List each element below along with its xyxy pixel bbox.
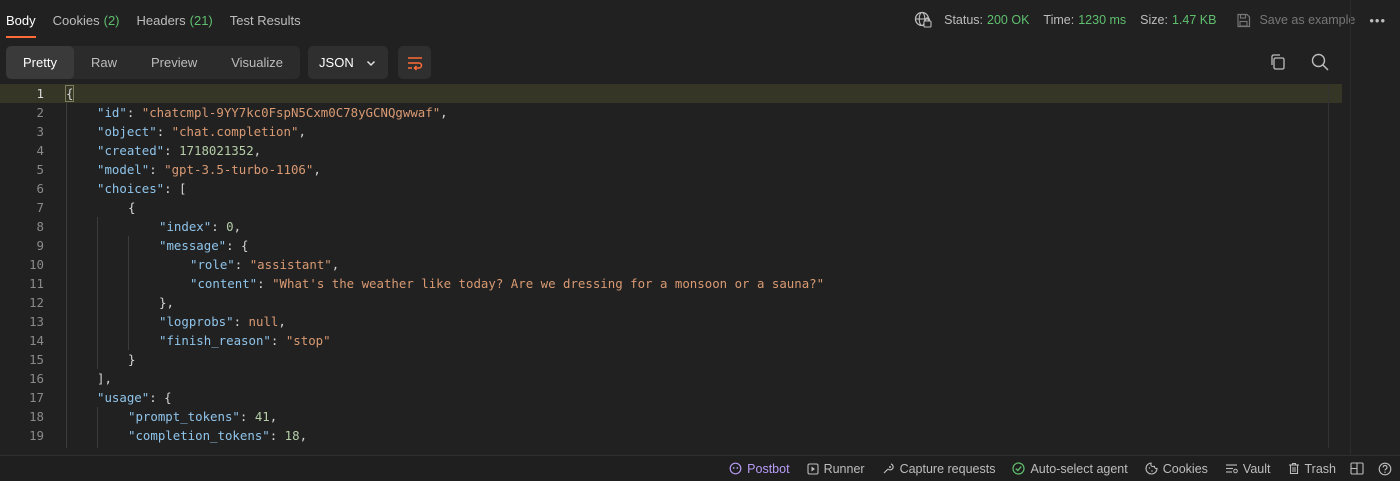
code-line: 12}, (0, 293, 1342, 312)
line-number: 8 (36, 219, 44, 234)
line-number: 15 (29, 352, 44, 367)
body-actions (1268, 52, 1330, 72)
tab-headers[interactable]: Headers (21) (137, 0, 213, 40)
status-label: Status: (944, 13, 984, 27)
vault-button[interactable]: Vault (1225, 462, 1271, 476)
code-line: 13 "logprobs": null, (0, 312, 1342, 331)
code-line: 4 "created": 1718021352, (0, 141, 1342, 160)
view-mode-raw[interactable]: Raw (74, 46, 134, 79)
bottom-status-bar: Postbot Runner Capture requests Auto-sel… (0, 455, 1400, 481)
editor-scrollbar[interactable] (1328, 84, 1329, 448)
line-number: 16 (29, 371, 44, 386)
code-line: 19 "completion_tokens": 18, (0, 426, 1342, 445)
search-icon[interactable] (1310, 52, 1330, 72)
copy-icon[interactable] (1268, 52, 1288, 72)
line-number: 12 (29, 295, 44, 310)
line-number: 14 (29, 333, 44, 348)
postbot-button[interactable]: Postbot (729, 462, 790, 476)
runner-icon (807, 462, 819, 475)
trash-button[interactable]: Trash (1288, 462, 1336, 476)
postbot-icon (729, 462, 742, 475)
auto-select-agent-button[interactable]: Auto-select agent (1012, 462, 1128, 476)
line-number: 4 (36, 143, 44, 158)
line-number: 1 (36, 86, 44, 101)
help-icon[interactable] (1378, 462, 1392, 476)
more-options-icon[interactable]: ••• (1369, 13, 1386, 28)
capture-icon (883, 463, 894, 474)
line-number: 11 (29, 276, 44, 291)
code-line: 5 "model": "gpt-3.5-turbo-1106", (0, 160, 1342, 179)
line-number: 5 (36, 162, 44, 177)
code-line: 16], (0, 369, 1342, 388)
time-label: Time: (1043, 13, 1075, 27)
line-number: 9 (36, 238, 44, 253)
line-number: 19 (29, 428, 44, 443)
size-label: Size: (1140, 13, 1168, 27)
tab-body[interactable]: Body (6, 0, 36, 40)
line-number: 17 (29, 390, 44, 405)
network-globe-icon[interactable] (914, 11, 932, 29)
code-line: 8 "index": 0, (0, 217, 1342, 236)
code-line: 10 "role": "assistant", (0, 255, 1342, 274)
view-mode-selector: Pretty Raw Preview Visualize (6, 46, 301, 79)
line-number: 13 (29, 314, 44, 329)
chevron-down-icon (367, 60, 376, 66)
check-circle-icon (1012, 462, 1026, 475)
response-body-editor[interactable]: 1{ 2 "id": "chatcmpl-9YY7kc0FspN5Cxm0C78y… (0, 84, 1342, 448)
code-line: 15} (0, 350, 1342, 369)
code-line: 9 "message": { (0, 236, 1342, 255)
tab-test-results[interactable]: Test Results (230, 0, 301, 40)
size-value[interactable]: 1.47 KB (1172, 13, 1216, 27)
wrap-lines-icon (407, 56, 422, 71)
code-line: 6 "choices": [ (0, 179, 1342, 198)
line-number: 7 (36, 200, 44, 215)
runner-button[interactable]: Runner (807, 462, 865, 476)
wrap-lines-button[interactable] (398, 46, 432, 79)
tab-count: (2) (103, 12, 120, 28)
time-value[interactable]: 1230 ms (1078, 13, 1126, 27)
code-line: 7{ (0, 198, 1342, 217)
status-value[interactable]: 200 OK (987, 13, 1029, 27)
panel-divider (1350, 0, 1351, 455)
capture-requests-button[interactable]: Capture requests (882, 462, 995, 476)
line-number: 3 (36, 124, 44, 139)
line-number: 10 (29, 257, 44, 272)
view-mode-preview[interactable]: Preview (134, 46, 214, 79)
code-line: 17 "usage": { (0, 388, 1342, 407)
response-status: Status: 200 OK Time: 1230 ms Size: 1.47 … (914, 0, 1386, 40)
vault-icon (1225, 464, 1238, 474)
save-as-example-button[interactable]: Save as example (1236, 13, 1355, 28)
code-line: 11 "content": "What's the weather like to… (0, 274, 1342, 293)
code-line: 2 "id": "chatcmpl-9YY7kc0FspN5Cxm0C78yGCN… (0, 103, 1342, 122)
line-number: 6 (36, 181, 44, 196)
tab-cookies[interactable]: Cookies (2) (53, 0, 120, 40)
layout-toggle-icon[interactable] (1350, 462, 1364, 475)
code-line: 1{ (0, 84, 1342, 103)
line-number: 2 (36, 105, 44, 120)
view-mode-visualize[interactable]: Visualize (214, 46, 300, 79)
cookie-icon (1145, 462, 1158, 475)
tab-count: (21) (189, 12, 213, 28)
trash-icon (1288, 462, 1299, 475)
body-toolbar: Pretty Raw Preview Visualize JSON (6, 46, 432, 79)
format-dropdown[interactable]: JSON (308, 46, 389, 79)
view-mode-pretty[interactable]: Pretty (6, 46, 74, 79)
cookies-button[interactable]: Cookies (1145, 462, 1208, 476)
code-line: 3 "object": "chat.completion", (0, 122, 1342, 141)
code-line: 14 "finish_reason": "stop" (0, 331, 1342, 350)
line-number: 18 (29, 409, 44, 424)
save-icon (1237, 13, 1251, 27)
code-line: 18 "prompt_tokens": 41, (0, 407, 1342, 426)
